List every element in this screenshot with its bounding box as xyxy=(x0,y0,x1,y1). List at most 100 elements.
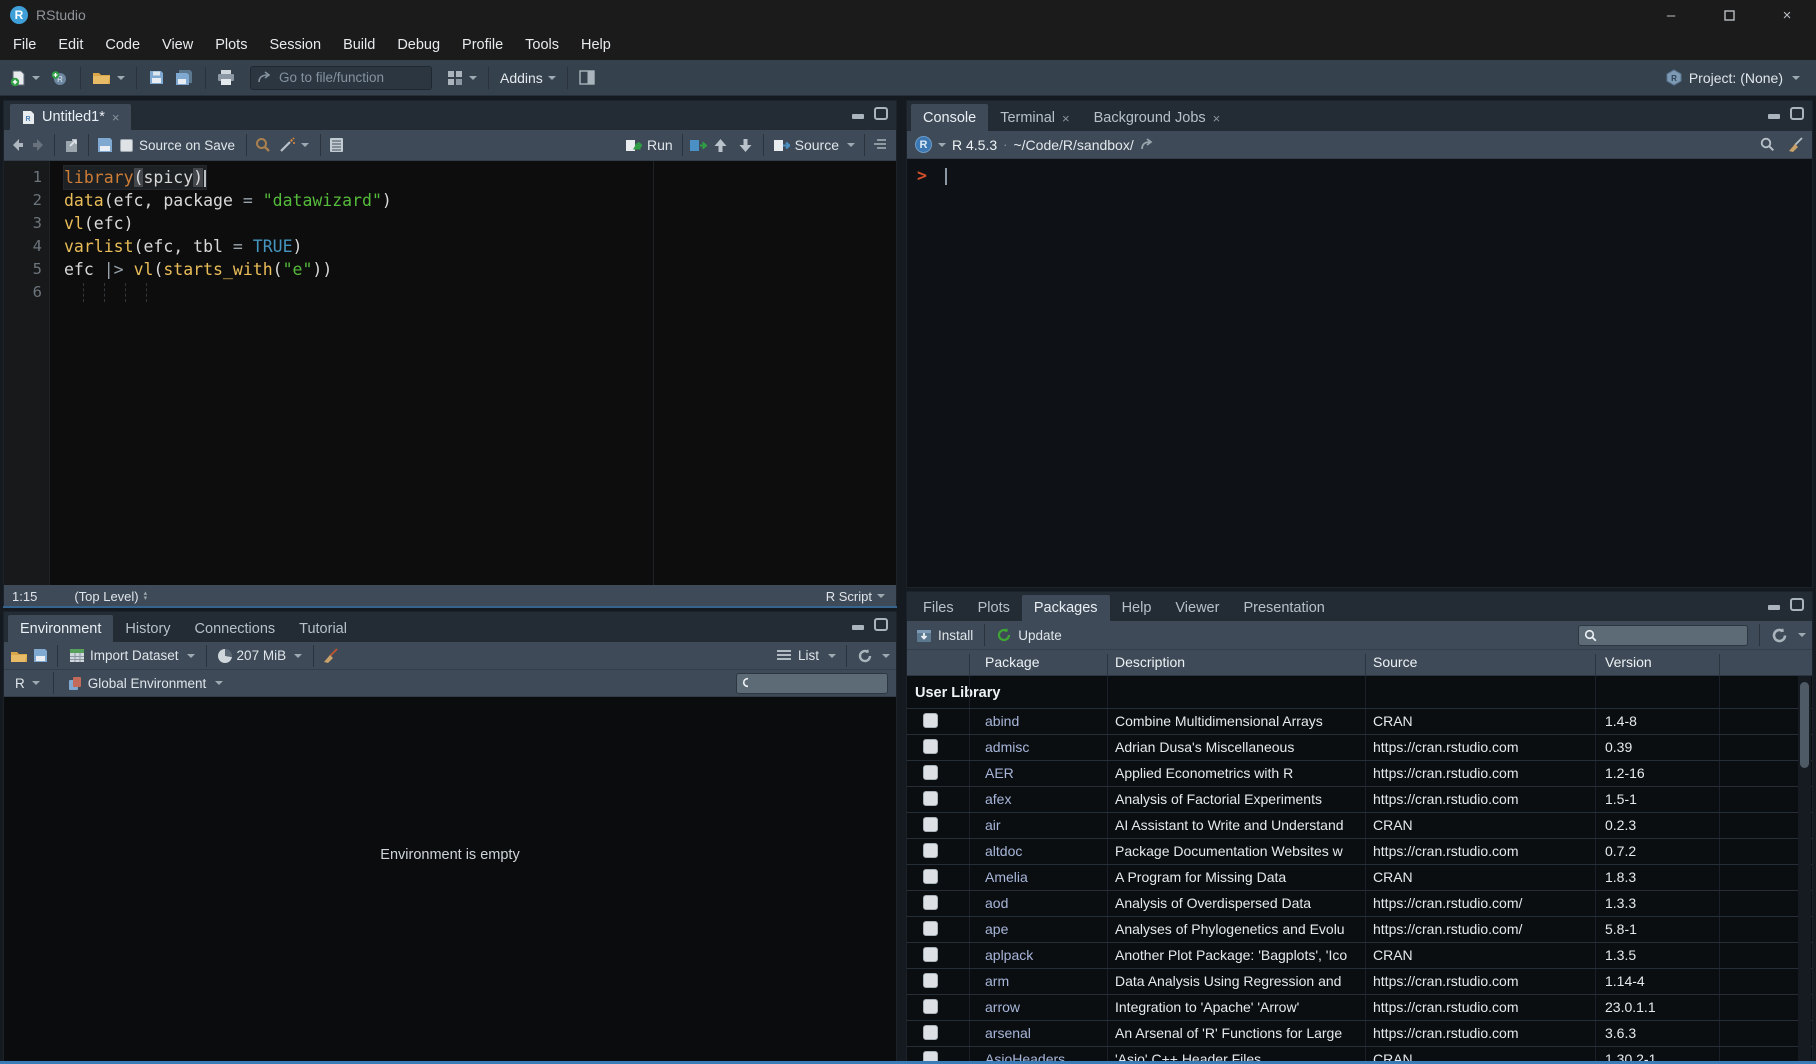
code-editor[interactable]: 1library(spicy)2data(efc, package = "dat… xyxy=(4,161,896,585)
language-selector[interactable]: R xyxy=(12,674,43,693)
package-name-link[interactable]: aplpack xyxy=(985,947,1101,963)
rerun-icon[interactable] xyxy=(689,138,707,153)
package-name-link[interactable]: aod xyxy=(985,895,1101,911)
load-workspace-icon[interactable] xyxy=(10,648,29,664)
package-name-link[interactable]: altdoc xyxy=(985,843,1101,859)
pane-layout-button[interactable] xyxy=(576,68,598,87)
code-tools-button[interactable] xyxy=(275,135,312,156)
compile-report-icon[interactable] xyxy=(329,137,344,153)
package-checkbox[interactable] xyxy=(923,921,938,936)
packages-scrollbar[interactable] xyxy=(1798,676,1811,1063)
tab-viewer[interactable]: Viewer xyxy=(1163,595,1231,621)
refresh-icon[interactable] xyxy=(857,648,873,664)
menu-build[interactable]: Build xyxy=(332,37,386,53)
tab-history[interactable]: History xyxy=(113,616,182,642)
package-checkbox[interactable] xyxy=(923,713,938,728)
tab-tutorial[interactable]: Tutorial xyxy=(287,616,359,642)
tab-files[interactable]: Files xyxy=(911,595,966,621)
package-name-link[interactable]: arrow xyxy=(985,999,1101,1015)
print-button[interactable] xyxy=(214,67,238,88)
package-checkbox[interactable] xyxy=(923,791,938,806)
package-name-link[interactable]: afex xyxy=(985,791,1101,807)
go-to-next-icon[interactable] xyxy=(738,138,753,153)
source-button[interactable]: Source xyxy=(770,135,858,155)
package-name-link[interactable]: Amelia xyxy=(985,869,1101,885)
column-header-source[interactable]: Source xyxy=(1373,654,1417,670)
project-selector[interactable]: R Project: (None) xyxy=(1665,69,1810,86)
scope-selector[interactable]: (Top Level) ▴▾ xyxy=(71,587,150,606)
new-file-button[interactable] xyxy=(6,67,43,89)
menu-view[interactable]: View xyxy=(151,37,204,53)
column-header-description[interactable]: Description xyxy=(1115,654,1185,670)
menu-edit[interactable]: Edit xyxy=(47,37,94,53)
tab-background-jobs[interactable]: Background Jobs × xyxy=(1082,105,1233,131)
code-line-6[interactable]: 6 xyxy=(4,281,896,304)
r-version-icon[interactable]: R xyxy=(915,136,932,153)
source-on-save-checkbox[interactable] xyxy=(120,139,133,152)
tab-help[interactable]: Help xyxy=(1110,595,1164,621)
addins-button[interactable]: Addins xyxy=(497,68,559,88)
clear-console-broom-icon[interactable] xyxy=(1787,137,1804,153)
maximize-pane-icon[interactable] xyxy=(874,107,888,120)
show-in-new-window-icon[interactable] xyxy=(63,138,80,153)
close-tab-icon[interactable]: × xyxy=(1213,111,1221,126)
memory-usage-button[interactable]: 207 MiB xyxy=(215,646,306,665)
package-checkbox[interactable] xyxy=(923,895,938,910)
tab-connections[interactable]: Connections xyxy=(183,616,288,642)
save-all-button[interactable] xyxy=(172,67,197,88)
go-to-previous-icon[interactable] xyxy=(713,138,728,153)
package-name-link[interactable]: abind xyxy=(985,713,1101,729)
environment-scope-selector[interactable]: Global Environment xyxy=(64,674,227,693)
close-tab-icon[interactable]: × xyxy=(1062,111,1070,126)
maximize-pane-icon[interactable] xyxy=(874,618,888,631)
goto-directory-icon[interactable] xyxy=(1140,138,1155,151)
source-on-save-control[interactable]: Source on Save xyxy=(117,136,238,155)
working-directory[interactable]: ~/Code/R/sandbox/ xyxy=(1013,137,1133,153)
code-line-1[interactable]: 1library(spicy) xyxy=(4,166,896,189)
menu-tools[interactable]: Tools xyxy=(514,37,570,53)
tab-untitled1[interactable]: R Untitled1* × xyxy=(10,104,131,130)
save-button[interactable] xyxy=(145,67,168,88)
workspace-panes-button[interactable] xyxy=(444,68,480,87)
tab-plots[interactable]: Plots xyxy=(966,595,1022,621)
package-checkbox[interactable] xyxy=(923,973,938,988)
environment-search-input[interactable] xyxy=(752,675,882,692)
package-checkbox[interactable] xyxy=(923,817,938,832)
package-name-link[interactable]: air xyxy=(985,817,1101,833)
minimize-pane-icon[interactable] xyxy=(851,619,865,631)
scrollbar-thumb[interactable] xyxy=(1800,682,1809,768)
code-line-2[interactable]: 2data(efc, package = "datawizard") xyxy=(4,189,896,212)
menu-debug[interactable]: Debug xyxy=(386,37,451,53)
menu-session[interactable]: Session xyxy=(258,37,332,53)
install-button[interactable]: Install xyxy=(913,625,976,645)
package-name-link[interactable]: ape xyxy=(985,921,1101,937)
menu-code[interactable]: Code xyxy=(94,37,151,53)
clear-environment-broom-icon[interactable] xyxy=(322,648,339,664)
code-line-4[interactable]: 4varlist(efc, tbl = TRUE) xyxy=(4,235,896,258)
minimize-button[interactable]: – xyxy=(1642,0,1700,30)
refresh-packages-icon[interactable] xyxy=(1771,627,1788,644)
tab-environment[interactable]: Environment xyxy=(8,615,113,642)
pane-splitter[interactable] xyxy=(3,606,897,608)
code-line-3[interactable]: 3vl(efc) xyxy=(4,212,896,235)
find-replace-icon[interactable] xyxy=(255,137,271,153)
save-icon[interactable] xyxy=(97,137,113,153)
code-line-5[interactable]: 5efc |> vl(starts_with("e")) xyxy=(4,258,896,281)
run-button[interactable]: Run xyxy=(622,135,676,155)
menu-file[interactable]: File xyxy=(2,37,47,53)
import-dataset-button[interactable]: Import Dataset xyxy=(66,646,198,665)
tab-packages[interactable]: Packages xyxy=(1022,595,1110,621)
package-checkbox[interactable] xyxy=(923,999,938,1014)
menu-help[interactable]: Help xyxy=(570,37,622,53)
package-checkbox[interactable] xyxy=(923,739,938,754)
update-button[interactable]: Update xyxy=(993,625,1065,645)
package-checkbox[interactable] xyxy=(923,947,938,962)
close-tab-icon[interactable]: × xyxy=(112,110,120,125)
package-checkbox[interactable] xyxy=(923,843,938,858)
column-header-package[interactable]: Package xyxy=(985,654,1039,670)
package-checkbox[interactable] xyxy=(923,1025,938,1040)
console-output[interactable]: > xyxy=(907,159,1812,587)
minimize-pane-icon[interactable] xyxy=(1767,108,1781,120)
search-console-icon[interactable] xyxy=(1760,137,1775,152)
maximize-pane-icon[interactable] xyxy=(1790,107,1804,120)
